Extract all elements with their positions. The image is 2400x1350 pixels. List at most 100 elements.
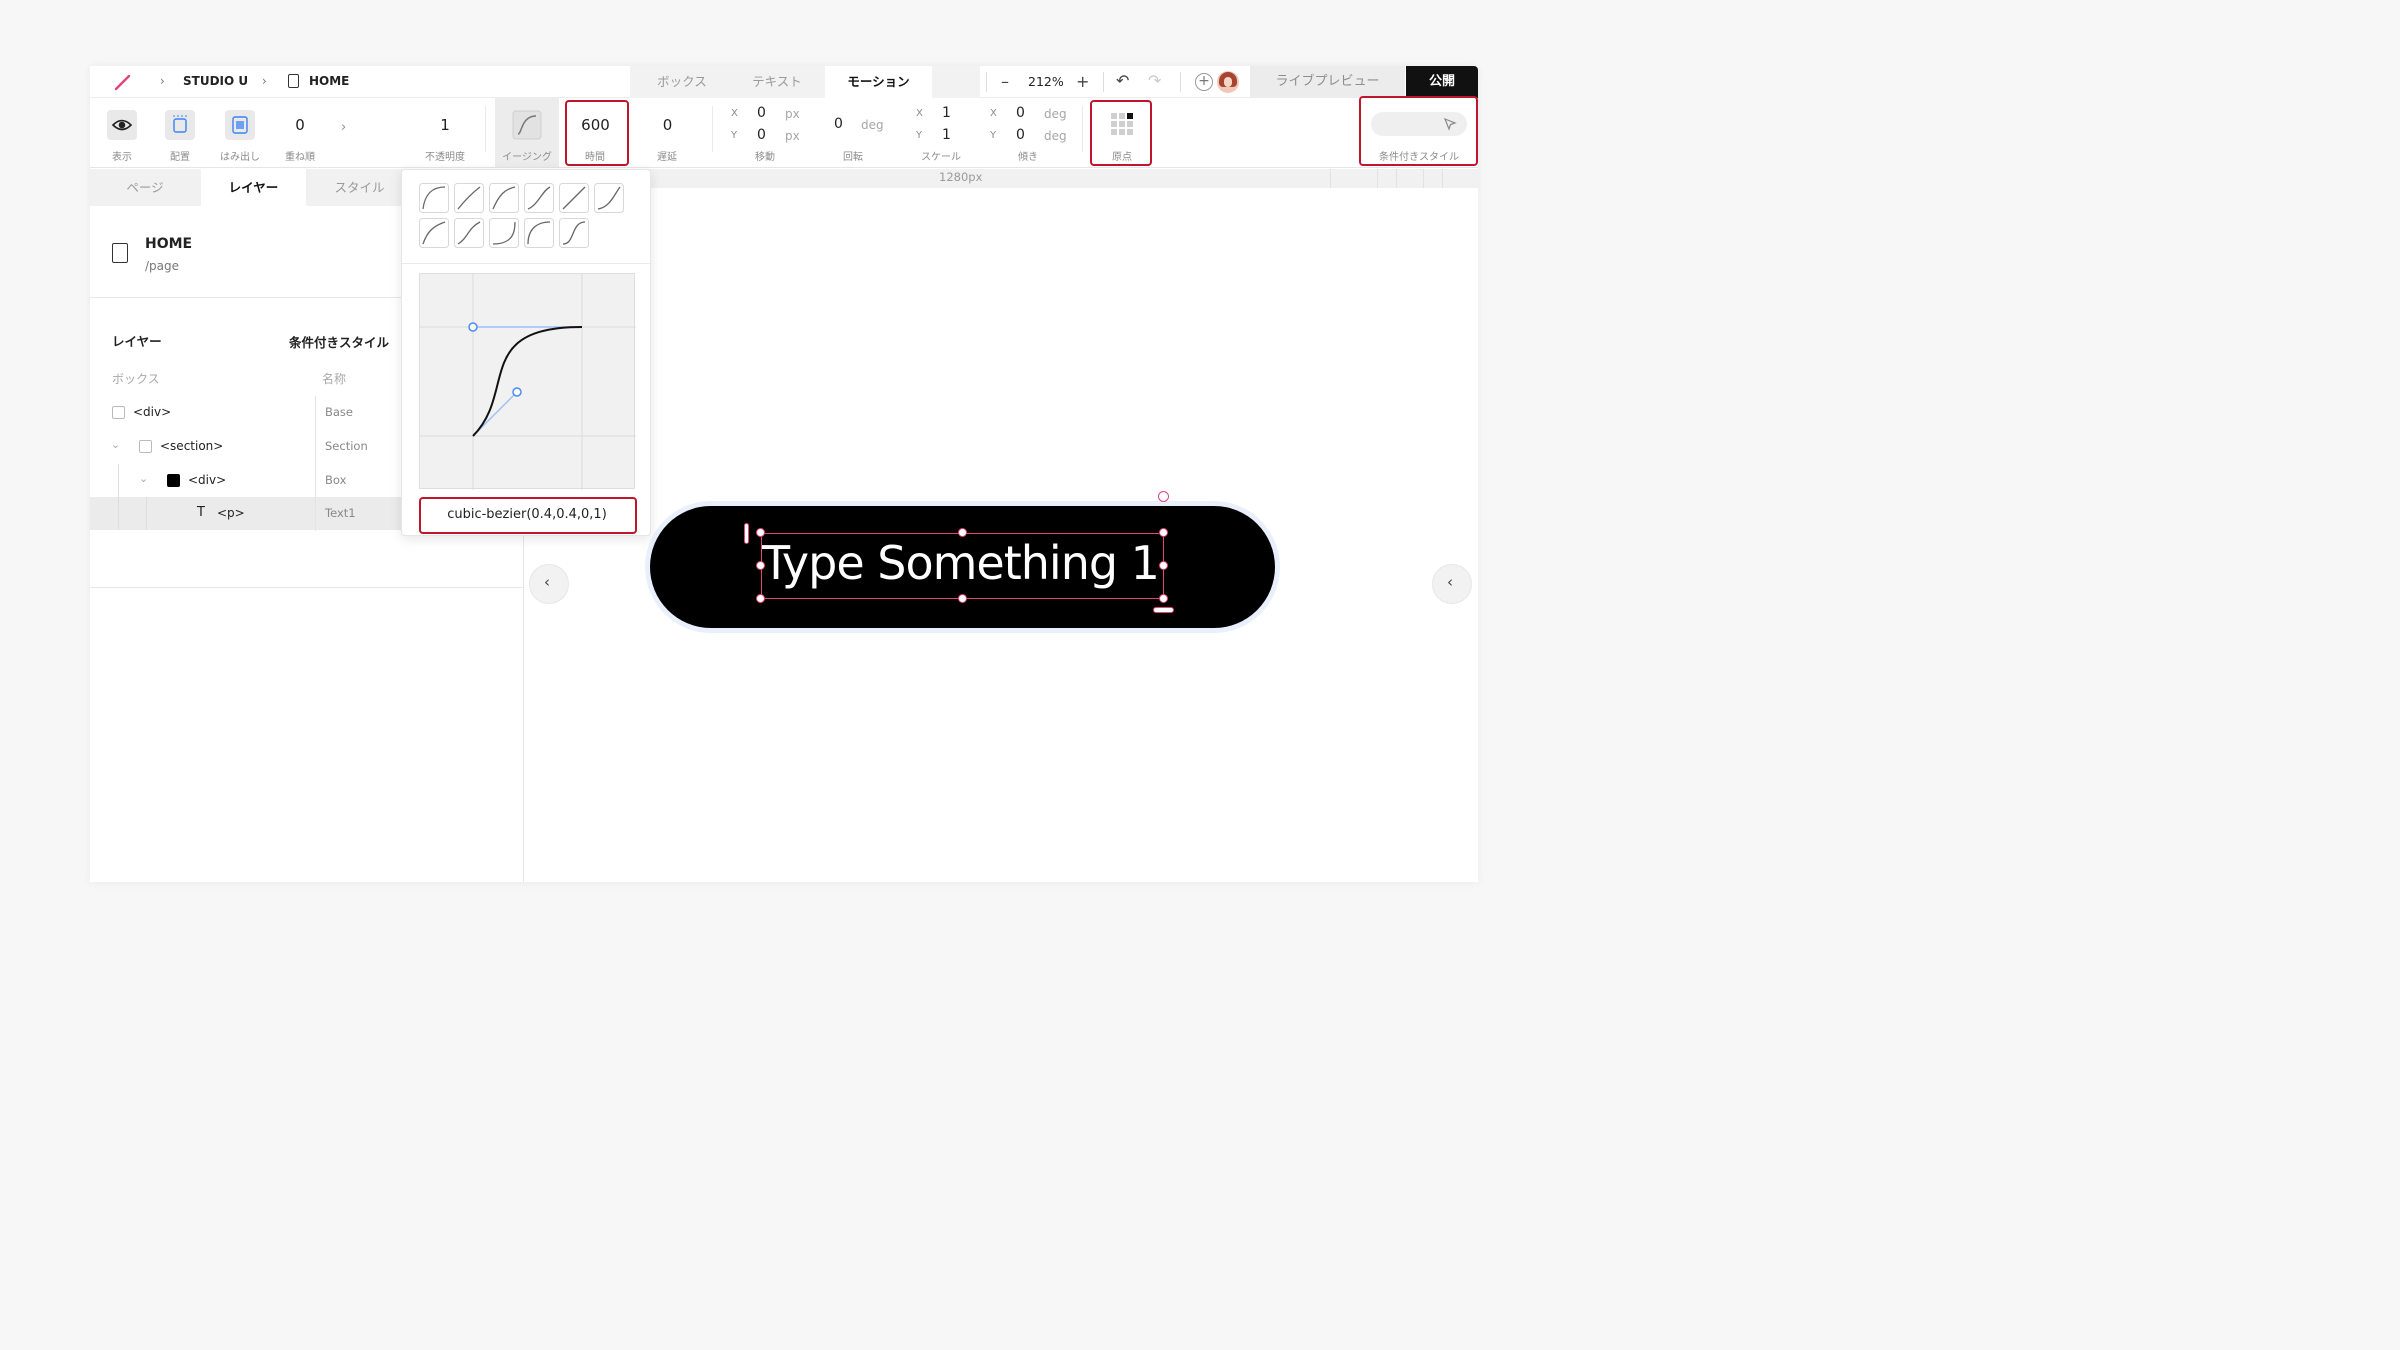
placement-button[interactable] — [165, 110, 195, 140]
resize-handle[interactable] — [1159, 528, 1168, 537]
easing-preset-button[interactable] — [594, 183, 624, 213]
easing-preset-button[interactable] — [489, 218, 519, 248]
control-point-2[interactable] — [468, 322, 478, 332]
zoom-in-button[interactable]: + — [1076, 72, 1089, 91]
easing-preset-button[interactable] — [489, 183, 519, 213]
skew-x-value[interactable]: 0 — [1016, 105, 1025, 121]
delay-value[interactable]: 0 — [655, 116, 680, 134]
resize-handle[interactable] — [756, 561, 765, 570]
checkbox[interactable] — [139, 440, 152, 453]
highlight-origin — [1090, 100, 1152, 166]
chevron-left-icon: ‹ — [1447, 573, 1453, 591]
live-preview-button[interactable]: ライブプレビュー — [1250, 66, 1405, 98]
easing-preset-button[interactable] — [419, 218, 449, 248]
resize-handle[interactable] — [958, 594, 967, 603]
highlight-conditional-style — [1359, 96, 1478, 166]
easing-button[interactable]: イージング — [495, 98, 559, 167]
easing-preset-button[interactable] — [524, 218, 554, 248]
add-member-button[interactable]: + — [1195, 73, 1213, 91]
easing-popup: cubic-bezier(0.4,0.4,0,1) — [401, 169, 652, 536]
page-icon — [288, 74, 299, 88]
scale-label: スケール — [921, 152, 961, 163]
chevron-down-icon[interactable]: ⌄ — [111, 438, 120, 451]
move-x-unit: px — [785, 107, 800, 121]
skew-y-value[interactable]: 0 — [1016, 127, 1025, 143]
scale-x-value[interactable]: 1 — [942, 105, 951, 121]
skew-x-unit: deg — [1044, 107, 1067, 121]
scale-x-axis: X — [916, 108, 923, 119]
stack-order-value[interactable]: 0 — [285, 116, 315, 134]
tab-box[interactable]: ボックス — [638, 66, 726, 98]
move-x-value[interactable]: 0 — [757, 105, 766, 121]
selection-box — [761, 533, 1164, 599]
layer-tag: <p> — [217, 506, 245, 520]
ruler-tick — [1442, 169, 1443, 188]
page-name: HOME — [145, 236, 193, 252]
rotate-unit: deg — [861, 118, 884, 132]
skew-y-axis: Y — [990, 130, 997, 141]
tab-style[interactable]: スタイル — [307, 169, 412, 206]
studio-logo-icon[interactable] — [112, 73, 134, 91]
page-file-icon — [112, 243, 128, 263]
divider — [712, 106, 713, 152]
scale-y-value[interactable]: 1 — [942, 127, 951, 143]
chevron-down-icon[interactable]: ⌄ — [139, 472, 148, 485]
checkbox[interactable] — [112, 406, 125, 419]
easing-preset-button[interactable] — [524, 183, 554, 213]
tab-layer[interactable]: レイヤー — [201, 169, 306, 206]
margin-handle[interactable] — [1153, 607, 1174, 613]
divider — [1103, 72, 1104, 92]
control-point-1[interactable] — [512, 387, 522, 397]
resize-handle[interactable] — [756, 528, 765, 537]
resize-handle[interactable] — [958, 528, 967, 537]
resize-handle[interactable] — [1159, 594, 1168, 603]
layer-tag: <div> — [188, 473, 227, 487]
skew-label: 傾き — [1018, 152, 1038, 163]
breadcrumb-page[interactable]: HOME — [309, 74, 349, 88]
rotate-handle[interactable] — [1158, 491, 1169, 502]
opacity-value[interactable]: 1 — [430, 116, 460, 134]
breadcrumb-project[interactable]: STUDIO U — [183, 74, 248, 88]
eye-icon — [111, 119, 133, 131]
easing-presets — [419, 183, 624, 248]
easing-preset-button[interactable] — [559, 218, 589, 248]
move-x-axis: X — [731, 108, 738, 119]
rotate-value[interactable]: 0 — [834, 116, 843, 132]
tree-guide — [146, 497, 147, 530]
publish-button[interactable]: 公開 — [1406, 66, 1478, 98]
bezier-graph[interactable] — [419, 273, 636, 490]
margin-handle[interactable] — [744, 523, 749, 544]
easing-preset-button[interactable] — [454, 183, 484, 213]
stack-order-label: 重ね順 — [285, 152, 315, 163]
resize-handle[interactable] — [1159, 561, 1168, 570]
layer-tag: <div> — [133, 405, 172, 419]
next-button[interactable]: ‹ — [1432, 564, 1472, 604]
avatar[interactable] — [1217, 71, 1239, 93]
resize-handle[interactable] — [756, 594, 765, 603]
color-swatch[interactable] — [167, 474, 180, 487]
tab-motion[interactable]: モーション — [825, 66, 932, 98]
redo-icon[interactable]: ↷ — [1148, 71, 1161, 90]
move-y-axis: Y — [731, 130, 738, 141]
divider — [485, 106, 486, 152]
undo-icon[interactable]: ↶ — [1116, 71, 1129, 90]
easing-preset-button[interactable] — [454, 218, 484, 248]
tab-text[interactable]: テキスト — [732, 66, 822, 98]
easing-preset-button[interactable] — [419, 183, 449, 213]
chevron-left-icon: ‹ — [544, 573, 550, 591]
zoom-level[interactable]: 212% — [1028, 74, 1064, 89]
chevron-right-icon[interactable]: › — [341, 120, 346, 135]
display-toggle[interactable] — [107, 110, 137, 140]
move-y-unit: px — [785, 129, 800, 143]
column-divider — [315, 396, 316, 531]
canvas-width-label: 1280px — [939, 170, 983, 184]
overflow-button[interactable] — [225, 110, 255, 140]
zoom-out-button[interactable]: – — [1001, 72, 1009, 91]
tree-guide — [118, 464, 119, 530]
move-y-value[interactable]: 0 — [757, 127, 766, 143]
motion-toolbar: 表示 配置 はみ出し 0 重ね順 › 1 不透明度 イージング 600 時間 0… — [90, 96, 1478, 168]
easing-preset-button[interactable] — [559, 183, 589, 213]
text-type-icon: T — [197, 505, 205, 520]
prev-button[interactable]: ‹ — [529, 564, 569, 604]
tab-page[interactable]: ページ — [90, 169, 200, 206]
